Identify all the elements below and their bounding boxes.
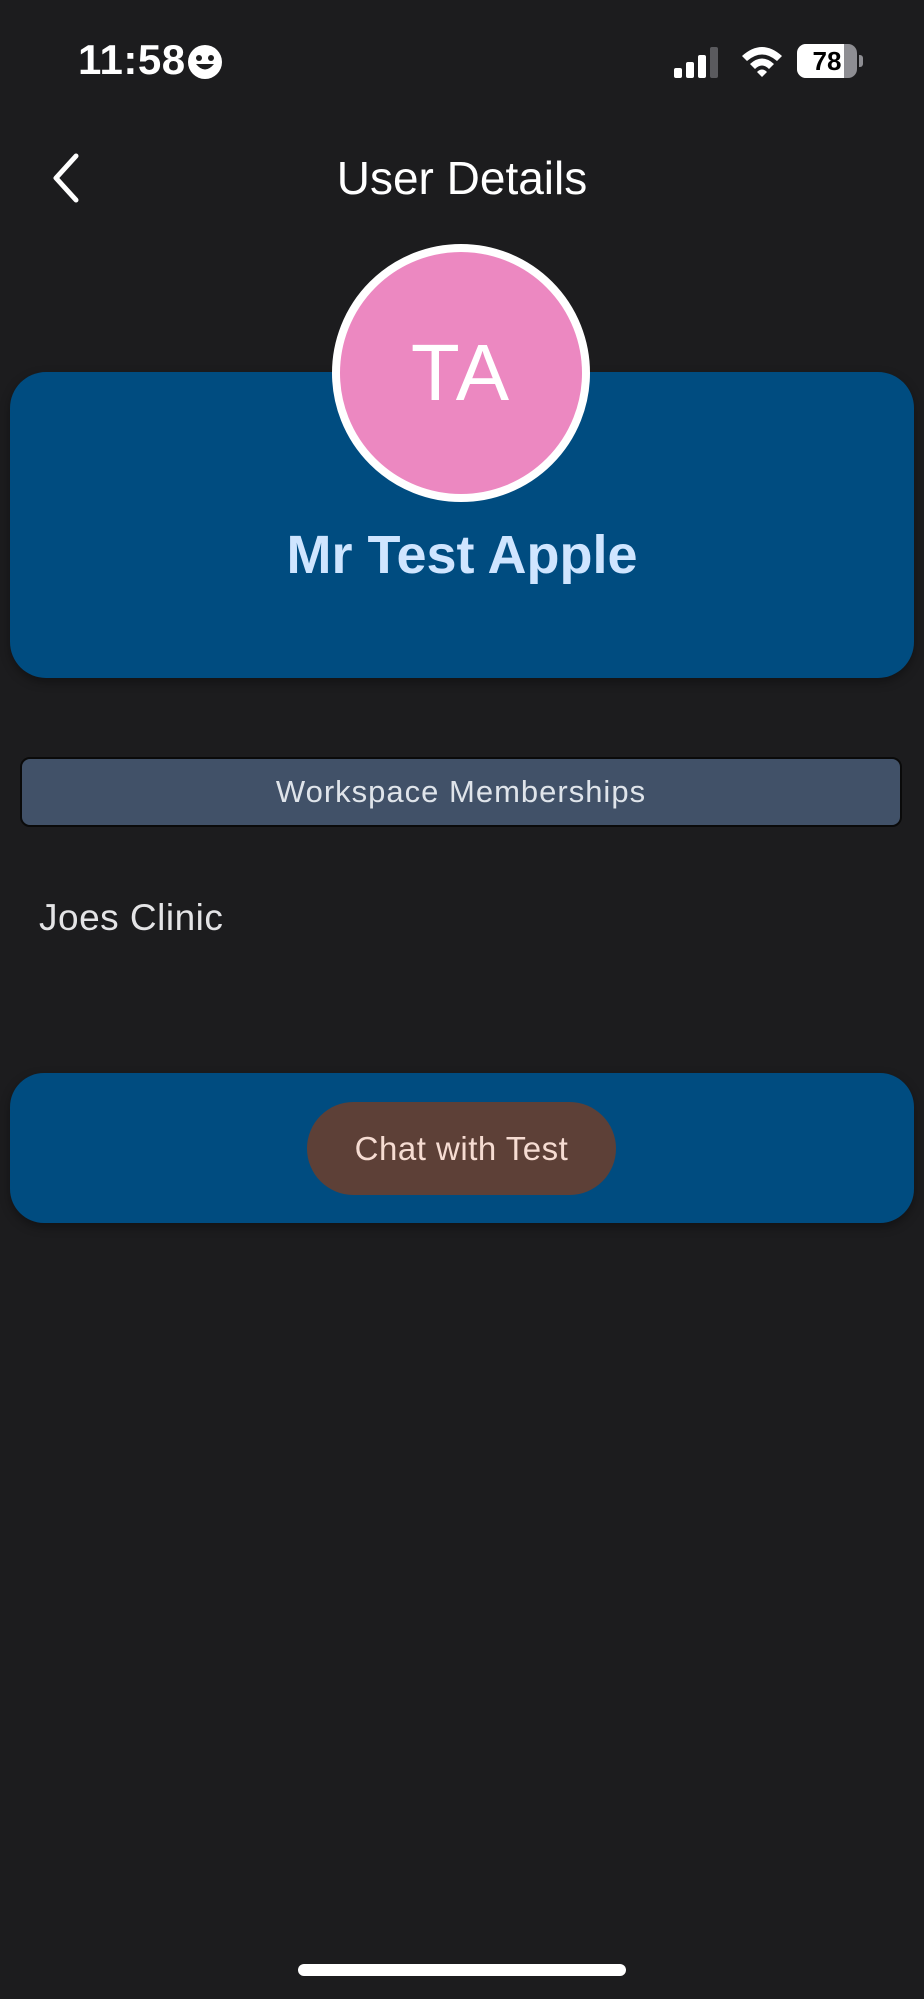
page-title: User Details — [336, 152, 588, 204]
home-indicator — [298, 1964, 626, 1976]
avatar: TA — [332, 244, 590, 502]
list-item[interactable]: Joes Clinic — [39, 894, 223, 942]
profile-name: Mr Test Apple — [286, 525, 638, 585]
wifi-icon — [742, 47, 782, 77]
workspace-memberships-header: Workspace Memberships — [20, 757, 902, 827]
status-bar: 11:58 78 — [0, 0, 924, 120]
chat-button[interactable]: Chat with Test — [307, 1102, 616, 1195]
battery-level: 78 — [812, 46, 842, 76]
smiley-focus-icon — [188, 45, 222, 79]
avatar-initials: TA — [410, 328, 512, 417]
status-time: 11:58 — [78, 36, 186, 83]
cellular-signal-icon — [674, 47, 718, 78]
battery-icon: 78 — [797, 44, 863, 78]
user-details-screen: 11:58 78 User Details TA Mr Test Apple W… — [0, 0, 924, 1999]
